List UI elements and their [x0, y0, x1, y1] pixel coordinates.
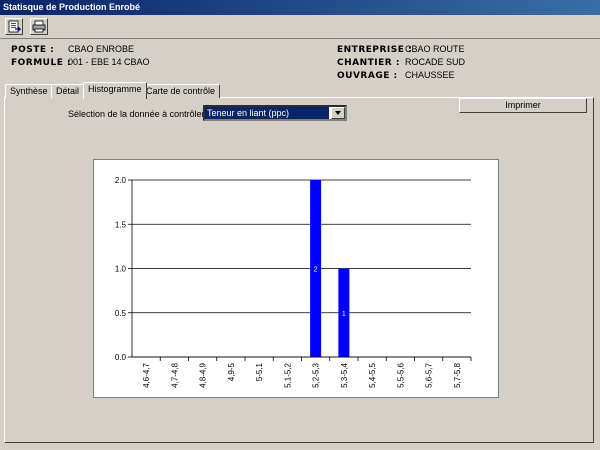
formule-value: 001 - EBE 14 CBAO: [68, 57, 150, 67]
print-button[interactable]: Imprimer: [459, 98, 587, 113]
tab-synthese[interactable]: Synthèse: [5, 84, 53, 98]
tab-detail[interactable]: Détail: [51, 84, 85, 98]
poste-label: POSTE :: [11, 45, 55, 55]
y-tick-label: 1.5: [115, 220, 127, 229]
x-tick-label: 5,7-5,8: [453, 362, 462, 387]
x-tick-label: 4,6-4,7: [142, 362, 151, 387]
data-select[interactable]: Teneur en liant (ppc): [203, 105, 347, 121]
x-tick-label: 5,2-5,3: [312, 362, 321, 387]
y-tick-label: 2.0: [115, 176, 127, 185]
window-title: Statisque de Production Enrobé: [0, 0, 600, 15]
chevron-down-icon[interactable]: [331, 107, 345, 119]
data-label: 2: [314, 267, 318, 274]
formule-label: FORMULE :: [11, 58, 72, 68]
chantier-label: CHANTIER :: [337, 58, 400, 68]
x-tick-label: 4,8-4,9: [199, 362, 208, 387]
x-tick-label: 5,3-5,4: [340, 362, 349, 387]
ouvrage-label: OUVRAGE :: [337, 71, 398, 81]
histogram-svg: 0.0 0.5 1.0 1.5 2.0 4,6-4,7 4,7-4,8 4,8-4,9 4,9-…: [115, 176, 472, 388]
toolbar: [0, 15, 600, 39]
x-tick-label: 5-5,1: [255, 362, 264, 381]
print-button-toolbar[interactable]: [30, 18, 48, 35]
x-tick-label: 5,4-5,5: [368, 362, 377, 387]
chantier-value: ROCADE SUD: [405, 57, 466, 67]
data-label: 1: [342, 311, 346, 318]
entreprise-value: CBAO ROUTE: [405, 44, 465, 54]
x-tick-label: 4,9-5: [227, 362, 236, 381]
x-tick-label: 5,1-5,2: [283, 362, 292, 387]
y-tick-label: 1.0: [115, 265, 127, 274]
selection-label: Sélection de la donnée à contrôler :: [68, 109, 210, 119]
poste-value: CBAO ENROBE: [68, 44, 135, 54]
x-tick-label: 4,7-4,8: [170, 362, 179, 387]
y-tick-label: 0.0: [115, 353, 127, 362]
y-tick-label: 0.5: [115, 309, 127, 318]
x-tick-label: 5,6-5,7: [425, 362, 434, 387]
tab-carte-de-controle[interactable]: Carte de contrôle: [141, 84, 221, 98]
export-button[interactable]: [5, 18, 23, 35]
x-tick-label: 5,5-5,6: [396, 362, 405, 387]
entreprise-label: ENTREPRISE :: [337, 45, 413, 55]
ouvrage-value: CHAUSSEE: [405, 70, 455, 80]
print-icon: [32, 20, 46, 33]
histogram-chart: 0.0 0.5 1.0 1.5 2.0 4,6-4,7 4,7-4,8 4,8-4,9 4,9-…: [93, 159, 499, 398]
export-icon: [8, 20, 22, 33]
data-select-value: Teneur en liant (ppc): [205, 107, 329, 119]
tab-histogramme[interactable]: Histogramme: [83, 82, 147, 99]
